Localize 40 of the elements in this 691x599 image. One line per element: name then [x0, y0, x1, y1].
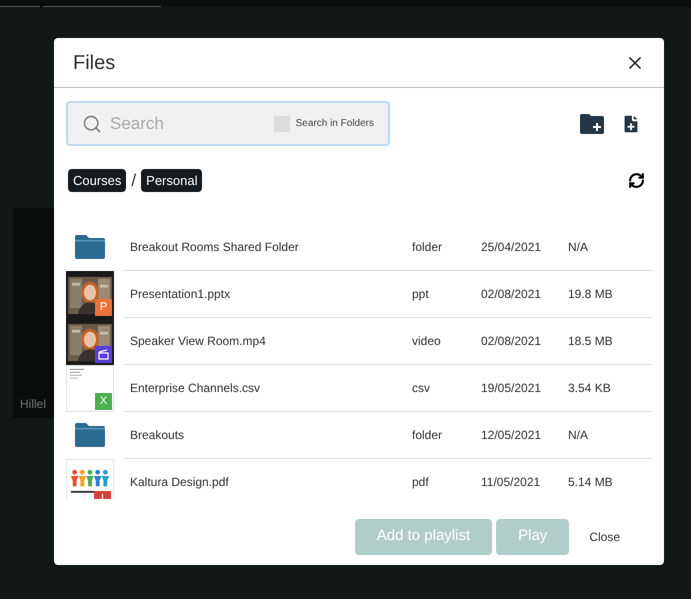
file-size: 5.14 MB: [568, 474, 613, 491]
close-button[interactable]: Close: [573, 518, 636, 554]
folder-icon: [75, 235, 105, 259]
file-type-badge: X: [95, 392, 112, 410]
search-field[interactable]: Search Search in Folders: [66, 101, 390, 146]
file-date: 02/08/2021: [481, 332, 542, 350]
file-date: 02/08/2021: [481, 286, 542, 302]
file-name[interactable]: Breakouts: [124, 426, 412, 444]
file-type: folder: [412, 426, 444, 444]
file-type: video: [412, 332, 442, 350]
breadcrumb[interactable]: Courses: [68, 169, 126, 192]
dialog-title: Files: [73, 50, 116, 76]
search-icon: [82, 114, 102, 134]
file-type: csv: [412, 380, 431, 396]
breadcrumb[interactable]: Personal: [141, 169, 202, 192]
breadcrumb-separator: /: [131, 170, 136, 192]
file-size: 18.5 MB: [568, 332, 613, 350]
file-size: 3.54 KB: [568, 380, 611, 396]
new-folder-icon[interactable]: [580, 114, 604, 134]
file-size: 19.8 MB: [568, 286, 613, 302]
file-date: 25/04/2021: [481, 238, 542, 256]
search-input[interactable]: Search: [110, 110, 266, 136]
file-type: ppt: [412, 286, 430, 302]
refresh-icon[interactable]: [628, 172, 645, 190]
checkbox-label: Search in Folders: [296, 117, 374, 131]
file-date: 12/05/2021: [481, 426, 542, 444]
file-size: N/A: [568, 426, 588, 444]
file-name[interactable]: Enterprise Channels.csv: [124, 378, 412, 396]
file-type-badge: P: [95, 298, 112, 316]
file-size: N/A: [568, 238, 588, 256]
file-date: 19/05/2021: [481, 380, 542, 396]
file-type: folder: [412, 238, 444, 256]
file-type: pdf: [412, 474, 430, 491]
file-name[interactable]: Speaker View Room.mp4: [124, 332, 412, 350]
file-name[interactable]: Presentation1.pptx: [124, 284, 412, 302]
participant-name: Hillel: [19, 396, 46, 413]
folder-icon: [75, 423, 105, 447]
file-date: 11/05/2021: [481, 474, 542, 491]
file-name[interactable]: Kaltura Design.pdf: [124, 473, 412, 491]
file-name[interactable]: Breakout Rooms Shared Folder: [124, 238, 412, 256]
